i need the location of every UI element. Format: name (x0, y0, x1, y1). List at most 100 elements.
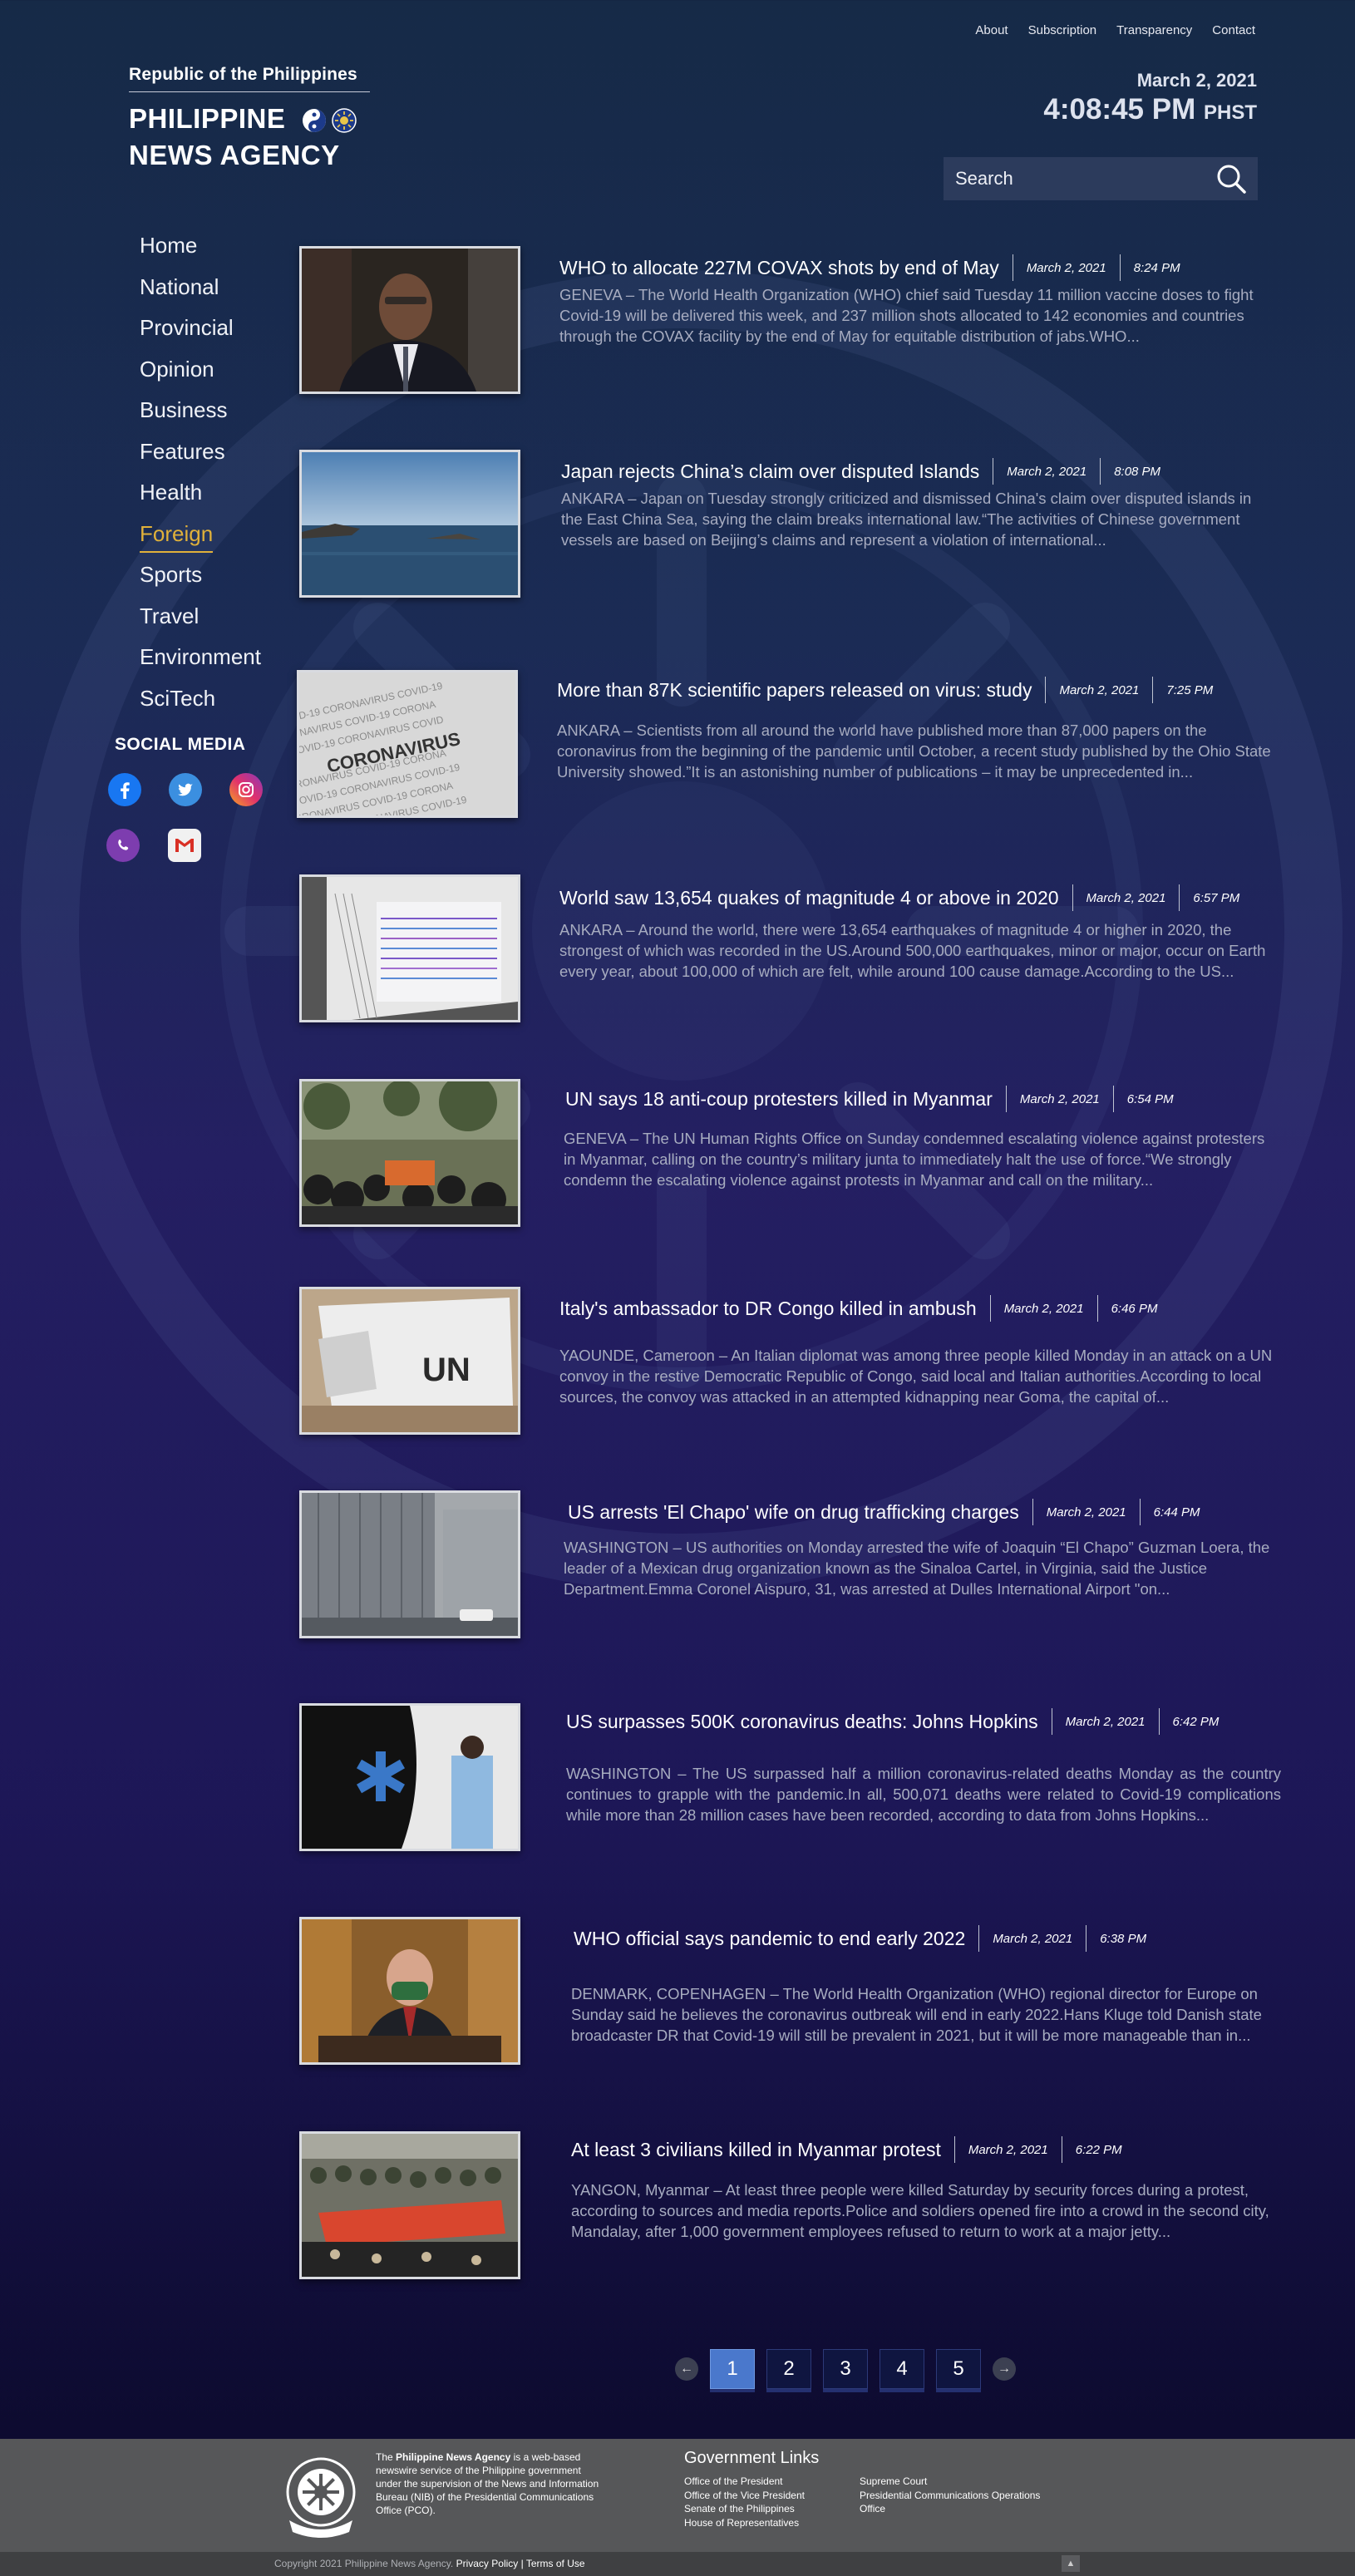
page-3-button[interactable]: 3 (823, 2349, 868, 2389)
nav-features[interactable]: Features (140, 437, 261, 479)
nav-opinion[interactable]: Opinion (140, 355, 261, 396)
instagram-icon[interactable] (229, 773, 263, 806)
search-input[interactable] (953, 167, 1206, 190)
article-card[interactable]: Japan rejects China’s claim over dispute… (299, 450, 1280, 601)
article-title[interactable]: More than 87K scientific papers released… (557, 679, 1032, 702)
article-title[interactable]: Italy's ambassador to DR Congo killed in… (559, 1298, 977, 1320)
nav-provincial[interactable]: Provincial (140, 313, 261, 355)
article-title[interactable]: World saw 13,654 quakes of magnitude 4 o… (559, 887, 1059, 909)
twitter-icon[interactable] (169, 773, 202, 806)
gov-link-vice-president[interactable]: Office of the Vice President (684, 2489, 805, 2503)
side-nav: Home National Provincial Opinion Busines… (140, 231, 261, 725)
article-card[interactable]: At least 3 civilians killed in Myanmar p… (299, 2131, 1280, 2283)
article-card[interactable]: UN says 18 anti-coup protesters killed i… (299, 1079, 1280, 1230)
search-icon[interactable] (1215, 162, 1248, 195)
current-time: 4:08:45 PM (1043, 93, 1196, 126)
article-title[interactable]: US surpasses 500K coronavirus deaths: Jo… (566, 1711, 1038, 1733)
meta-divider (1152, 677, 1154, 703)
gov-link-pcoo[interactable]: Presidential Communications Operations (860, 2489, 1040, 2503)
gmail-icon[interactable] (168, 829, 201, 862)
top-nav-about[interactable]: About (975, 23, 1008, 37)
search-bar (944, 157, 1258, 200)
nav-opinion-label: Opinion (140, 356, 214, 382)
article-date: March 2, 2021 (993, 1931, 1073, 1946)
article-image (302, 1919, 518, 2062)
article-date: March 2, 2021 (968, 2142, 1048, 2157)
article-thumbnail[interactable] (299, 1917, 520, 2065)
page-1-button[interactable]: 1 (710, 2349, 755, 2389)
article-date: March 2, 2021 (1019, 1091, 1100, 1106)
nav-health[interactable]: Health (140, 478, 261, 520)
meta-divider (1005, 1086, 1007, 1112)
article-title[interactable]: UN says 18 anti-coup protesters killed i… (565, 1088, 993, 1111)
article-thumbnail[interactable] (299, 450, 520, 598)
nav-travel-label: Travel (140, 603, 200, 628)
pagination: ← 1 2 3 4 5 → (675, 2349, 1016, 2389)
article-date: March 2, 2021 (1046, 1505, 1126, 1519)
top-nav: About Subscription Transparency Contact (975, 23, 1255, 37)
meta-divider (978, 1925, 980, 1952)
page-2-button[interactable]: 2 (766, 2349, 811, 2389)
article-card[interactable]: COVID-19 CORONAVIRUS COVID-19 CORONAVIRU… (297, 670, 1280, 821)
timezone: PHST (1203, 101, 1257, 124)
article-title[interactable]: At least 3 civilians killed in Myanmar p… (571, 2139, 941, 2161)
nav-sports[interactable]: Sports (140, 560, 261, 602)
nav-home-label: Home (140, 233, 198, 258)
article-card[interactable]: UN Italy's ambassador to DR Congo killed… (299, 1287, 1280, 1438)
article-thumbnail[interactable] (299, 1490, 520, 1638)
article-thumbnail[interactable]: UN (299, 1287, 520, 1435)
page-4-button[interactable]: 4 (880, 2349, 924, 2389)
article-card[interactable]: US surpasses 500K coronavirus deaths: Jo… (299, 1703, 1281, 1854)
gov-link-senate[interactable]: Senate of the Philippines (684, 2502, 805, 2516)
nav-business[interactable]: Business (140, 396, 261, 437)
article-excerpt: YAOUNDE, Cameroon – An Italian diplomat … (559, 1347, 1273, 1406)
article-title[interactable]: WHO official says pandemic to end early … (574, 1928, 965, 1950)
gov-link-office-of-the-president[interactable]: Office of the President (684, 2475, 805, 2489)
back-to-top-icon[interactable]: ▲ (1062, 2555, 1080, 2572)
next-page-arrow-icon[interactable]: → (993, 2357, 1016, 2381)
article-thumbnail[interactable]: COVID-19 CORONAVIRUS COVID-19 CORONAVIRU… (297, 670, 518, 818)
article-thumbnail[interactable] (299, 246, 520, 394)
article-thumbnail[interactable] (299, 1703, 520, 1851)
nav-business-label: Business (140, 397, 228, 422)
article-thumbnail[interactable] (299, 1079, 520, 1227)
footer-link-divider: | (520, 2558, 524, 2569)
meta-divider (1158, 1708, 1160, 1735)
meta-divider (1032, 1499, 1033, 1525)
viber-icon[interactable] (106, 829, 140, 862)
page-5-button[interactable]: 5 (936, 2349, 981, 2389)
top-nav-subscription[interactable]: Subscription (1028, 23, 1097, 37)
gov-link-pcoo-office[interactable]: Office (860, 2502, 1040, 2516)
article-card[interactable]: US arrests 'El Chapo' wife on drug traff… (299, 1490, 1280, 1642)
article-thumbnail[interactable] (299, 874, 520, 1022)
site-logo[interactable]: Republic of the Philippines PHILIPPINE N… (129, 65, 370, 174)
article-image: UN (302, 1289, 518, 1432)
nav-foreign-label: Foreign (140, 520, 214, 553)
nav-travel[interactable]: Travel (140, 602, 261, 643)
article-card[interactable]: WHO to allocate 227M COVAX shots by end … (299, 246, 1280, 397)
article-date: March 2, 2021 (1065, 1714, 1146, 1729)
nav-environment[interactable]: Environment (140, 643, 261, 684)
nav-foreign[interactable]: Foreign (140, 520, 261, 561)
article-title[interactable]: WHO to allocate 227M COVAX shots by end … (559, 257, 999, 279)
article-thumbnail[interactable] (299, 2131, 520, 2279)
nav-national[interactable]: National (140, 273, 261, 314)
gov-link-supreme-court[interactable]: Supreme Court (860, 2475, 1040, 2489)
nav-scitech[interactable]: SciTech (140, 684, 261, 726)
facebook-icon[interactable] (108, 773, 141, 806)
nav-home[interactable]: Home (140, 231, 261, 273)
prev-page-arrow-icon[interactable]: ← (675, 2357, 698, 2381)
article-date: March 2, 2021 (1059, 682, 1140, 697)
article-title[interactable]: Japan rejects China’s claim over dispute… (561, 461, 979, 483)
article-card[interactable]: World saw 13,654 quakes of magnitude 4 o… (299, 874, 1280, 1026)
gov-link-house[interactable]: House of Representatives (684, 2516, 805, 2530)
article-excerpt: ANKARA – Scientists from all around the … (557, 722, 1271, 781)
top-nav-transparency[interactable]: Transparency (1116, 23, 1192, 37)
article-card[interactable]: WHO official says pandemic to end early … (299, 1917, 1280, 2068)
article-image (302, 1081, 518, 1224)
top-nav-contact[interactable]: Contact (1212, 23, 1255, 37)
article-excerpt: GENEVA – The World Health Organization (… (559, 286, 1254, 345)
terms-of-use-link[interactable]: Terms of Use (526, 2558, 585, 2569)
article-title[interactable]: US arrests 'El Chapo' wife on drug traff… (568, 1501, 1019, 1524)
privacy-policy-link[interactable]: Privacy Policy (456, 2558, 519, 2569)
